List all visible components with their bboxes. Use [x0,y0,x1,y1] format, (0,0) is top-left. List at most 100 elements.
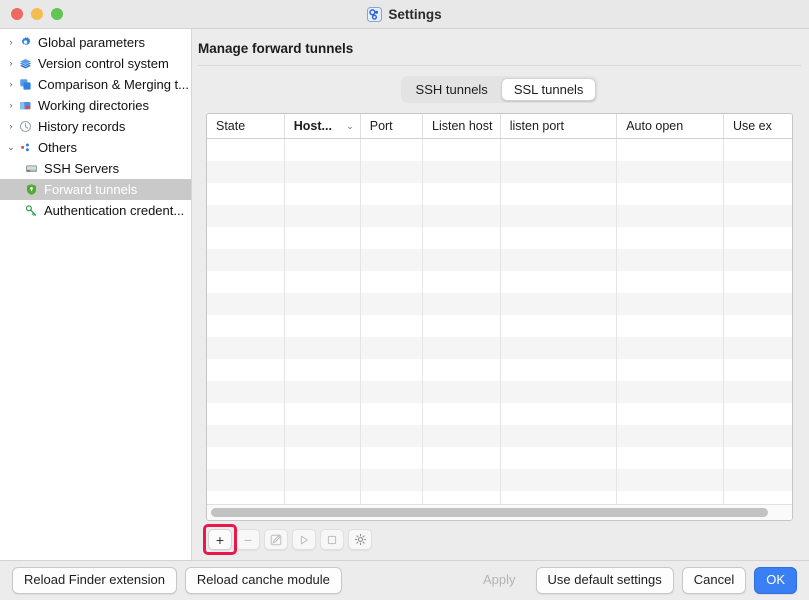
horizontal-scrollbar[interactable] [207,504,792,520]
table-row[interactable] [207,161,792,183]
remove-button[interactable]: − [236,529,260,550]
table-cell [617,249,724,271]
sidebar-item-comparison-merging-tools[interactable]: › Comparison & Merging t... [0,74,191,95]
table-row[interactable] [207,139,792,161]
sidebar-item-label: Forward tunnels [44,182,138,197]
table-cell [361,469,423,491]
table-row[interactable] [207,271,792,293]
reload-canche-module-button[interactable]: Reload canche module [184,567,342,594]
page-title: Manage forward tunnels [198,41,354,56]
table-row[interactable] [207,205,792,227]
table-row[interactable] [207,491,792,504]
chevron-right-icon[interactable]: › [4,38,18,47]
table-cell [617,491,724,504]
table-row[interactable] [207,469,792,491]
use-default-settings-button[interactable]: Use default settings [535,567,674,594]
table-row[interactable] [207,425,792,447]
column-header-listen-host[interactable]: Listen host [423,114,501,138]
sidebar-item-global-parameters[interactable]: › Global parameters [0,32,191,53]
column-header-listen-port[interactable]: listen port [501,114,618,138]
table-row[interactable] [207,447,792,469]
chevron-right-icon[interactable]: › [4,80,18,89]
table-cell [207,205,285,227]
table-cell [285,381,361,403]
table-cell [361,271,423,293]
settings-gear-icon [367,6,383,22]
column-header-state[interactable]: State [207,114,285,138]
compare-icon [18,77,33,92]
chevron-down-icon[interactable]: ⌄ [4,143,18,152]
table-cell [361,227,423,249]
column-header-port[interactable]: Port [361,114,423,138]
table-cell [207,161,285,183]
sidebar-item-authentication-credentials[interactable]: Authentication credent... [0,200,191,221]
table-cell [207,249,285,271]
table-cell [617,227,724,249]
close-button[interactable] [11,8,23,20]
table-row[interactable] [207,183,792,205]
column-header-use-ex[interactable]: Use ex [724,114,792,138]
table-cell [361,381,423,403]
table-row[interactable] [207,359,792,381]
chevron-right-icon[interactable]: › [4,59,18,68]
table-cell [501,469,618,491]
reload-finder-extension-button[interactable]: Reload Finder extension [12,567,177,594]
tab-ssl-tunnels[interactable]: SSL tunnels [500,78,597,101]
chevron-down-icon: ⌄ [346,120,354,131]
sidebar-item-working-directories[interactable]: › Working directories [0,95,191,116]
start-button[interactable] [292,529,316,550]
add-button[interactable]: + [208,529,232,550]
gear-icon [354,533,367,546]
stop-button[interactable] [320,529,344,550]
table-row[interactable] [207,293,792,315]
cancel-button[interactable]: Cancel [681,567,747,594]
table-cell [501,381,618,403]
table-cell [501,403,618,425]
table-body[interactable] [207,139,792,504]
apply-button[interactable]: Apply [471,567,528,594]
table-cell [724,425,792,447]
table-cell [724,359,792,381]
clock-icon [18,119,33,134]
tab-ssh-tunnels[interactable]: SSH tunnels [403,78,501,101]
table-row[interactable] [207,337,792,359]
table-cell [207,403,285,425]
column-header-host[interactable]: Host... ⌄ [285,114,361,138]
table-row[interactable] [207,315,792,337]
sidebar-item-others[interactable]: ⌄ Others [0,137,191,158]
table-cell [361,359,423,381]
zoom-button[interactable] [51,8,63,20]
settings-button[interactable] [348,529,372,550]
chevron-right-icon[interactable]: › [4,101,18,110]
sidebar-item-ssh-servers[interactable]: SSH Servers [0,158,191,179]
window-controls [0,8,63,20]
table-cell [207,183,285,205]
horizontal-scrollbar-thumb[interactable] [211,508,768,517]
ok-button[interactable]: OK [754,567,797,594]
table-cell [361,337,423,359]
table-cell [423,359,501,381]
chevron-right-icon[interactable]: › [4,122,18,131]
table-row[interactable] [207,403,792,425]
table-cell [501,227,618,249]
table-row[interactable] [207,381,792,403]
table-cell [285,227,361,249]
minimize-button[interactable] [31,8,43,20]
edit-button[interactable] [264,529,288,550]
sidebar-item-history-records[interactable]: › History records [0,116,191,137]
table-cell [423,205,501,227]
column-header-auto-open[interactable]: Auto open [617,114,724,138]
table-cell [423,337,501,359]
table-toolbar: + − [198,521,801,560]
table-cell [724,227,792,249]
sidebar-item-version-control-system[interactable]: › Version control system [0,53,191,74]
table-cell [285,249,361,271]
table-cell [361,293,423,315]
table-row[interactable] [207,249,792,271]
table-cell [285,359,361,381]
settings-content: Manage forward tunnels SSH tunnels SSL t… [192,29,809,560]
table-cell [423,403,501,425]
table-row[interactable] [207,227,792,249]
sidebar-item-forward-tunnels[interactable]: Forward tunnels [0,179,191,200]
dots-icon [18,140,33,155]
